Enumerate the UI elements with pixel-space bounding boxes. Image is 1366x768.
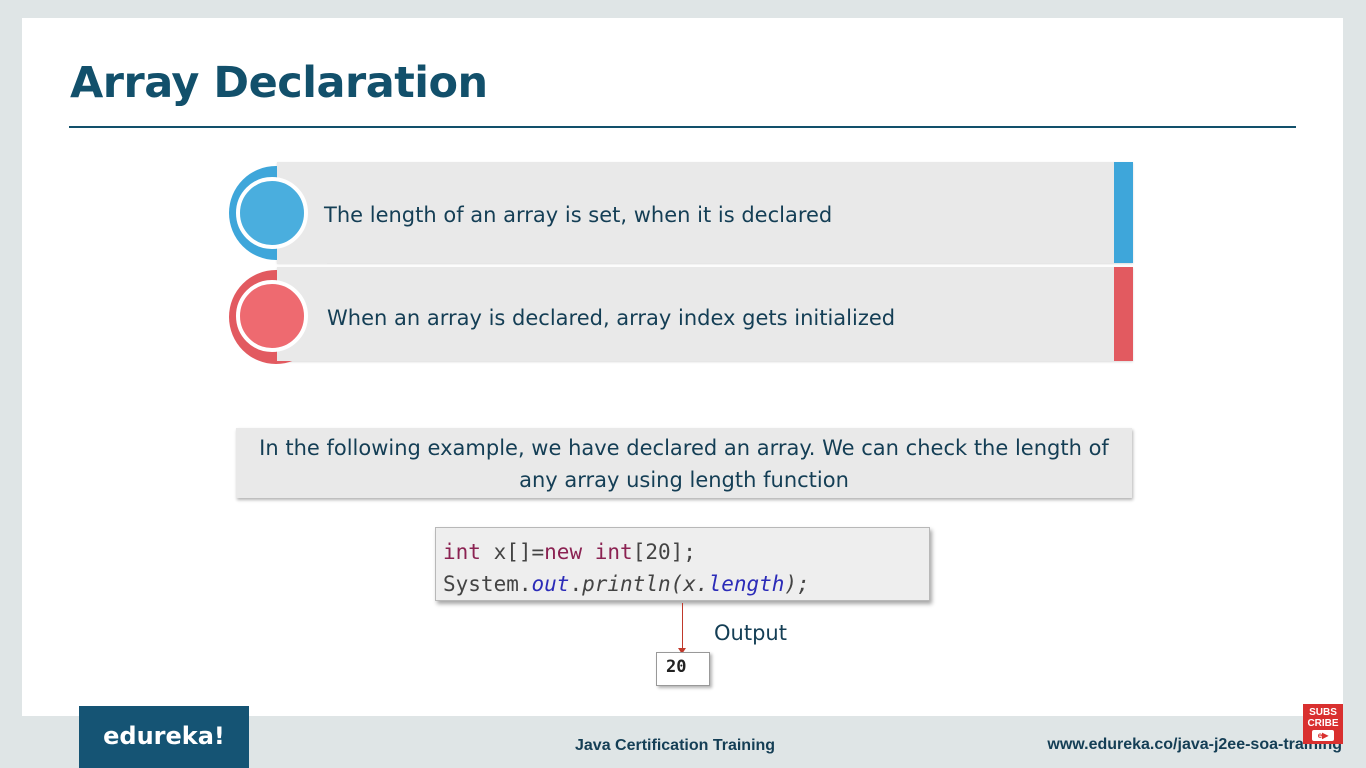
course-title: Java Certification Training (575, 737, 776, 754)
code-line-2: System.out.println(x.length); (443, 572, 810, 596)
bullet-2-text: When an array is declared, array index g… (327, 306, 896, 330)
output-value: 20 (656, 652, 710, 686)
title-divider (69, 126, 1296, 128)
subscribe-button[interactable]: SUBS CRIBE e▶ (1303, 704, 1343, 744)
bullet-2-dot-icon (236, 280, 308, 352)
bullet-1-accent (1114, 162, 1133, 263)
output-label: Output (714, 621, 787, 645)
code-block: int x[]=new int[20]; System.out.println(… (435, 527, 930, 601)
output-arrow (682, 603, 683, 653)
slide-title: Array Declaration (70, 58, 488, 108)
code-line-1: int x[]=new int[20]; (443, 540, 696, 564)
bullet-1-dot-icon (236, 177, 308, 249)
play-icon: e▶ (1312, 730, 1334, 741)
info-box: In the following example, we have declar… (236, 428, 1132, 498)
course-url[interactable]: www.edureka.co/java-j2ee-soa-training (1047, 736, 1342, 754)
info-line-1: In the following example, we have declar… (259, 436, 1109, 460)
bullet-2-accent (1114, 267, 1133, 361)
bullet-1-text: The length of an array is set, when it i… (324, 203, 833, 227)
info-line-2: any array using length function (519, 468, 849, 492)
edureka-logo[interactable]: edureka! (79, 706, 249, 768)
slide: Array Declaration The length of an array… (22, 18, 1343, 716)
